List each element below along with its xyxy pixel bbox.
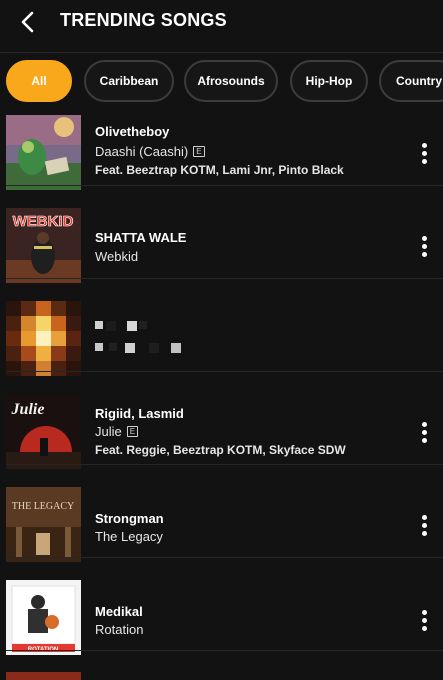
album-art: WEBKID xyxy=(6,208,81,283)
explicit-badge: E xyxy=(126,426,139,437)
song-title: Daashi (Caashi) xyxy=(95,144,189,159)
cover-text: WEBKID xyxy=(13,213,74,230)
album-art: ROTATION xyxy=(6,580,81,655)
artist-name: Medikal xyxy=(95,604,143,619)
album-art-partial xyxy=(6,672,81,680)
more-options-icon[interactable] xyxy=(419,610,429,634)
song-title-line: Julie E xyxy=(95,424,139,439)
album-art xyxy=(6,115,81,190)
page-title: TRENDING SONGS xyxy=(60,10,227,30)
song-row[interactable]: THE LEGACY Strongman The Legacy xyxy=(0,465,443,562)
explicit-badge: E xyxy=(193,146,205,157)
song-title: Rotation xyxy=(95,622,144,637)
artist-name: SHATTA WALE xyxy=(95,230,187,245)
more-options-icon[interactable] xyxy=(419,515,429,539)
featured-artists: Feat. Beeztrap KOTM, Lami Jnr, Pinto Bla… xyxy=(95,163,344,177)
more-options-icon[interactable] xyxy=(419,422,429,446)
artist-name: Rigiid, Lasmid xyxy=(95,406,184,421)
song-title: Julie xyxy=(95,424,122,439)
song-title: Webkid xyxy=(95,249,139,264)
more-options-icon[interactable] xyxy=(419,143,429,167)
album-art: Julie xyxy=(6,394,81,469)
song-title: The Legacy xyxy=(95,529,163,544)
song-row[interactable]: Olivetheboy Daashi (Caashi) E Feat. Beez… xyxy=(0,93,443,190)
redacted-text-block xyxy=(95,321,181,353)
song-row[interactable] xyxy=(0,279,443,376)
cover-text: THE LEGACY xyxy=(12,501,75,512)
more-options-icon[interactable] xyxy=(419,236,429,260)
cover-text: Julie xyxy=(11,401,45,418)
album-art: THE LEGACY xyxy=(6,487,81,562)
song-title-line: Daashi (Caashi) E xyxy=(95,144,205,159)
artist-name: Olivetheboy xyxy=(95,124,170,139)
top-bar: TRENDING SONGS xyxy=(0,0,443,53)
song-row[interactable]: ROTATION Medikal Rotation xyxy=(0,558,443,655)
song-row[interactable]: Julie Rigiid, Lasmid Julie E Feat. Reggi… xyxy=(0,372,443,469)
song-row[interactable]: WEBKID SHATTA WALE Webkid xyxy=(0,186,443,283)
artist-name: Strongman xyxy=(95,511,164,526)
featured-artists: Feat. Reggie, Beeztrap KOTM, Skyface SDW xyxy=(95,443,346,457)
album-art-redacted xyxy=(6,301,81,376)
back-arrow-icon[interactable] xyxy=(18,10,40,34)
divider xyxy=(6,650,443,651)
